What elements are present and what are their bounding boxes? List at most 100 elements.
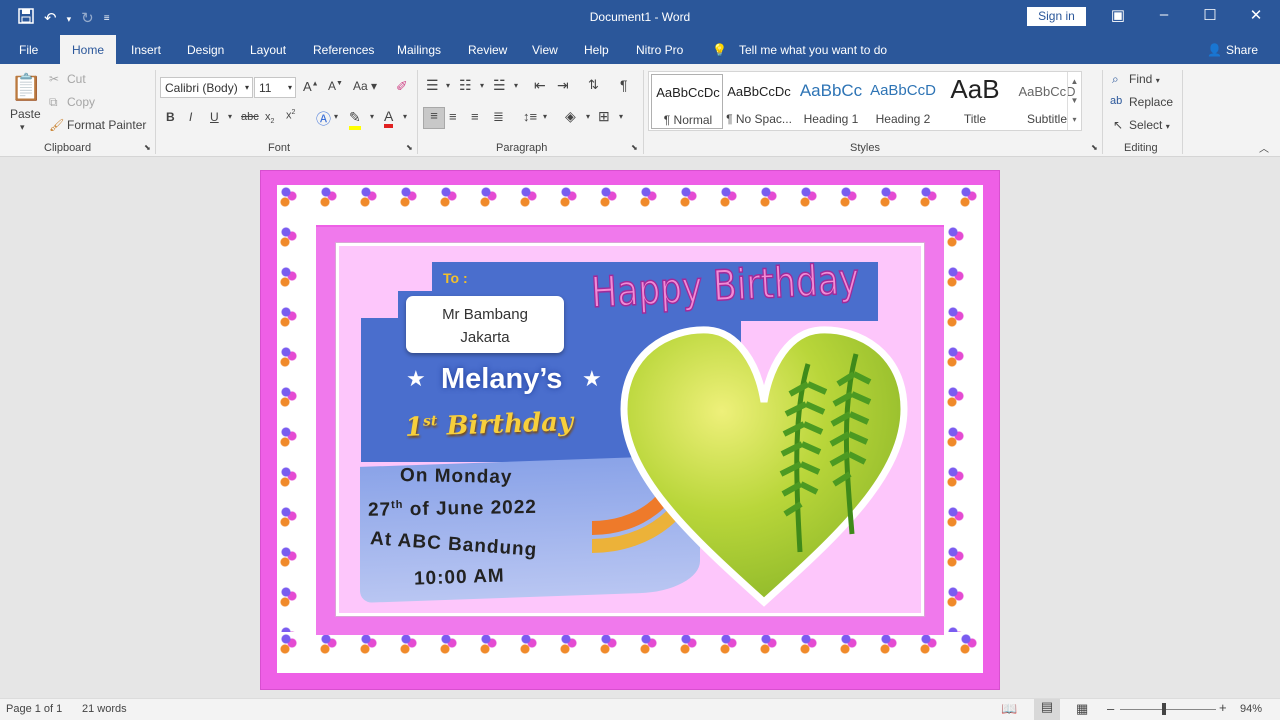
font-color-dropdown-icon[interactable]: ▾	[403, 112, 407, 121]
tab-design[interactable]: Design	[187, 43, 224, 57]
tab-view[interactable]: View	[532, 43, 558, 57]
subscript-icon[interactable]: x2	[265, 111, 274, 125]
replace-button[interactable]: Replace	[1129, 95, 1173, 109]
style-sample: AaBbCc	[799, 81, 863, 100]
highlight-dropdown-icon[interactable]: ▾	[370, 112, 374, 121]
select-button[interactable]: Select ▾	[1129, 118, 1170, 132]
tab-review[interactable]: Review	[468, 43, 507, 57]
bold-icon[interactable]: B	[166, 110, 175, 124]
line-spacing-icon[interactable]: ↕≡	[523, 109, 537, 124]
align-right-icon[interactable]: ≡	[471, 109, 479, 124]
format-painter-button[interactable]: Format Painter	[67, 118, 146, 132]
clipboard-launcher-icon[interactable]: ⬊	[144, 143, 151, 152]
maximize-button[interactable]: ☐	[1200, 6, 1220, 24]
read-mode-icon[interactable]: 📖	[1001, 701, 1017, 717]
birthday-word: Birthday	[446, 407, 574, 442]
style-heading-2[interactable]: AaBbCcD Heading 2	[867, 74, 939, 129]
editing-group-label: Editing	[1124, 142, 1158, 154]
style-heading-1[interactable]: AaBbCc Heading 1	[795, 74, 867, 129]
close-button[interactable]: ✕	[1246, 6, 1266, 24]
celebrant-name: Melany’s	[441, 363, 563, 395]
zoom-in-icon[interactable]: +	[1219, 700, 1227, 715]
underline-dropdown-icon[interactable]: ▾	[228, 112, 232, 121]
tab-layout[interactable]: Layout	[250, 43, 286, 57]
underline-icon[interactable]: U	[210, 110, 219, 124]
clear-formatting-icon[interactable]: ✐	[396, 78, 408, 95]
balloon-border-left	[277, 225, 316, 632]
multilevel-list-icon[interactable]: ☱	[493, 77, 506, 94]
copy-button[interactable]: Copy	[67, 95, 95, 109]
bullets-icon[interactable]: ☰	[426, 77, 439, 94]
strikethrough-icon[interactable]: abc	[241, 111, 259, 123]
word-count[interactable]: 21 words	[82, 703, 127, 715]
styles-launcher-icon[interactable]: ⬊	[1091, 143, 1098, 152]
font-color-icon[interactable]: A	[384, 108, 394, 128]
star-icon: ★	[582, 366, 602, 391]
collapse-ribbon-icon[interactable]: ︿	[1259, 140, 1269, 155]
shrink-font-icon[interactable]: A▼	[328, 79, 343, 93]
style-title[interactable]: AaB Title	[939, 74, 1011, 129]
line-spacing-dropdown-icon[interactable]: ▾	[543, 112, 547, 121]
tab-home[interactable]: Home	[60, 35, 117, 64]
tab-file[interactable]: File	[19, 43, 38, 57]
ribbon-display-options-icon[interactable]: ▣	[1108, 6, 1128, 24]
shading-dropdown-icon[interactable]: ▾	[586, 112, 590, 121]
decrease-indent-icon[interactable]: ⇤	[534, 77, 546, 94]
font-size-value: 11	[259, 81, 272, 95]
align-center-icon[interactable]: ≡	[449, 109, 457, 124]
borders-icon[interactable]: ⊞	[598, 108, 610, 125]
zoom-slider-thumb[interactable]	[1162, 703, 1166, 715]
page-count[interactable]: Page 1 of 1	[6, 703, 62, 715]
print-layout-icon[interactable]: ▤	[1034, 699, 1060, 720]
paste-dropdown-icon[interactable]: ▾	[20, 122, 25, 133]
style-sample: AaB	[950, 74, 1000, 104]
justify-icon[interactable]: ≣	[493, 109, 504, 125]
window-title: Document1 - Word	[589, 10, 691, 24]
share-button[interactable]: Share	[1226, 43, 1258, 57]
paste-button[interactable]: Paste	[10, 107, 41, 121]
shading-icon[interactable]: ◈	[565, 108, 576, 125]
paste-icon[interactable]: 📋	[10, 72, 42, 103]
style-normal[interactable]: AaBbCcDc ¶ Normal	[651, 74, 723, 129]
tab-references[interactable]: References	[313, 43, 374, 57]
grow-font-icon[interactable]: A▲	[303, 79, 319, 94]
paragraph-launcher-icon[interactable]: ⬊	[631, 143, 638, 152]
minimize-button[interactable]: –	[1154, 6, 1174, 23]
numbering-dropdown-icon[interactable]: ▾	[480, 81, 484, 90]
find-button[interactable]: Find ▾	[1129, 72, 1160, 86]
font-name-box[interactable]: Calibri (Body) ▾	[160, 77, 253, 98]
zoom-slider[interactable]	[1120, 709, 1216, 710]
align-left-icon[interactable]: ≡	[423, 107, 445, 129]
chevron-down-icon: ▾	[287, 83, 292, 92]
sort-icon[interactable]: ⇅	[588, 77, 599, 93]
web-layout-icon[interactable]: ▦	[1076, 701, 1088, 717]
bullets-dropdown-icon[interactable]: ▾	[446, 81, 450, 90]
style-label: ¶ No Spac...	[726, 112, 792, 126]
italic-icon[interactable]: I	[189, 110, 192, 124]
font-size-box[interactable]: 11 ▾	[254, 77, 296, 98]
tab-mailings[interactable]: Mailings	[397, 43, 441, 57]
zoom-level[interactable]: 94%	[1240, 703, 1262, 715]
show-hide-marks-icon[interactable]: ¶	[620, 77, 628, 93]
increase-indent-icon[interactable]: ⇥	[557, 77, 569, 94]
font-launcher-icon[interactable]: ⬊	[406, 143, 413, 152]
sign-in-button[interactable]: Sign in	[1027, 7, 1086, 26]
event-date: 27th of June 2022	[368, 497, 537, 522]
text-effects-icon[interactable]: Ⓐ	[316, 108, 331, 129]
change-case-button[interactable]: Aa ▾	[353, 79, 377, 93]
recipient-box: Mr Bambang Jakarta	[406, 296, 564, 353]
highlight-icon[interactable]: ✎	[349, 109, 361, 130]
tab-help[interactable]: Help	[584, 43, 609, 57]
text-effects-dropdown-icon[interactable]: ▾	[334, 112, 338, 121]
superscript-icon[interactable]: x2	[286, 109, 295, 122]
tell-me-search[interactable]: Tell me what you want to do	[739, 43, 887, 57]
zoom-out-icon[interactable]: –	[1107, 701, 1114, 716]
tab-nitro-pro[interactable]: Nitro Pro	[636, 43, 683, 57]
styles-scroll[interactable]: ▲ ▼ ▾	[1067, 72, 1081, 130]
multilevel-dropdown-icon[interactable]: ▾	[514, 81, 518, 90]
cut-button[interactable]: Cut	[67, 72, 86, 86]
borders-dropdown-icon[interactable]: ▾	[619, 112, 623, 121]
numbering-icon[interactable]: ☷	[459, 77, 472, 94]
tab-insert[interactable]: Insert	[131, 43, 161, 57]
style-no-spacing[interactable]: AaBbCcDc ¶ No Spac...	[723, 74, 795, 129]
